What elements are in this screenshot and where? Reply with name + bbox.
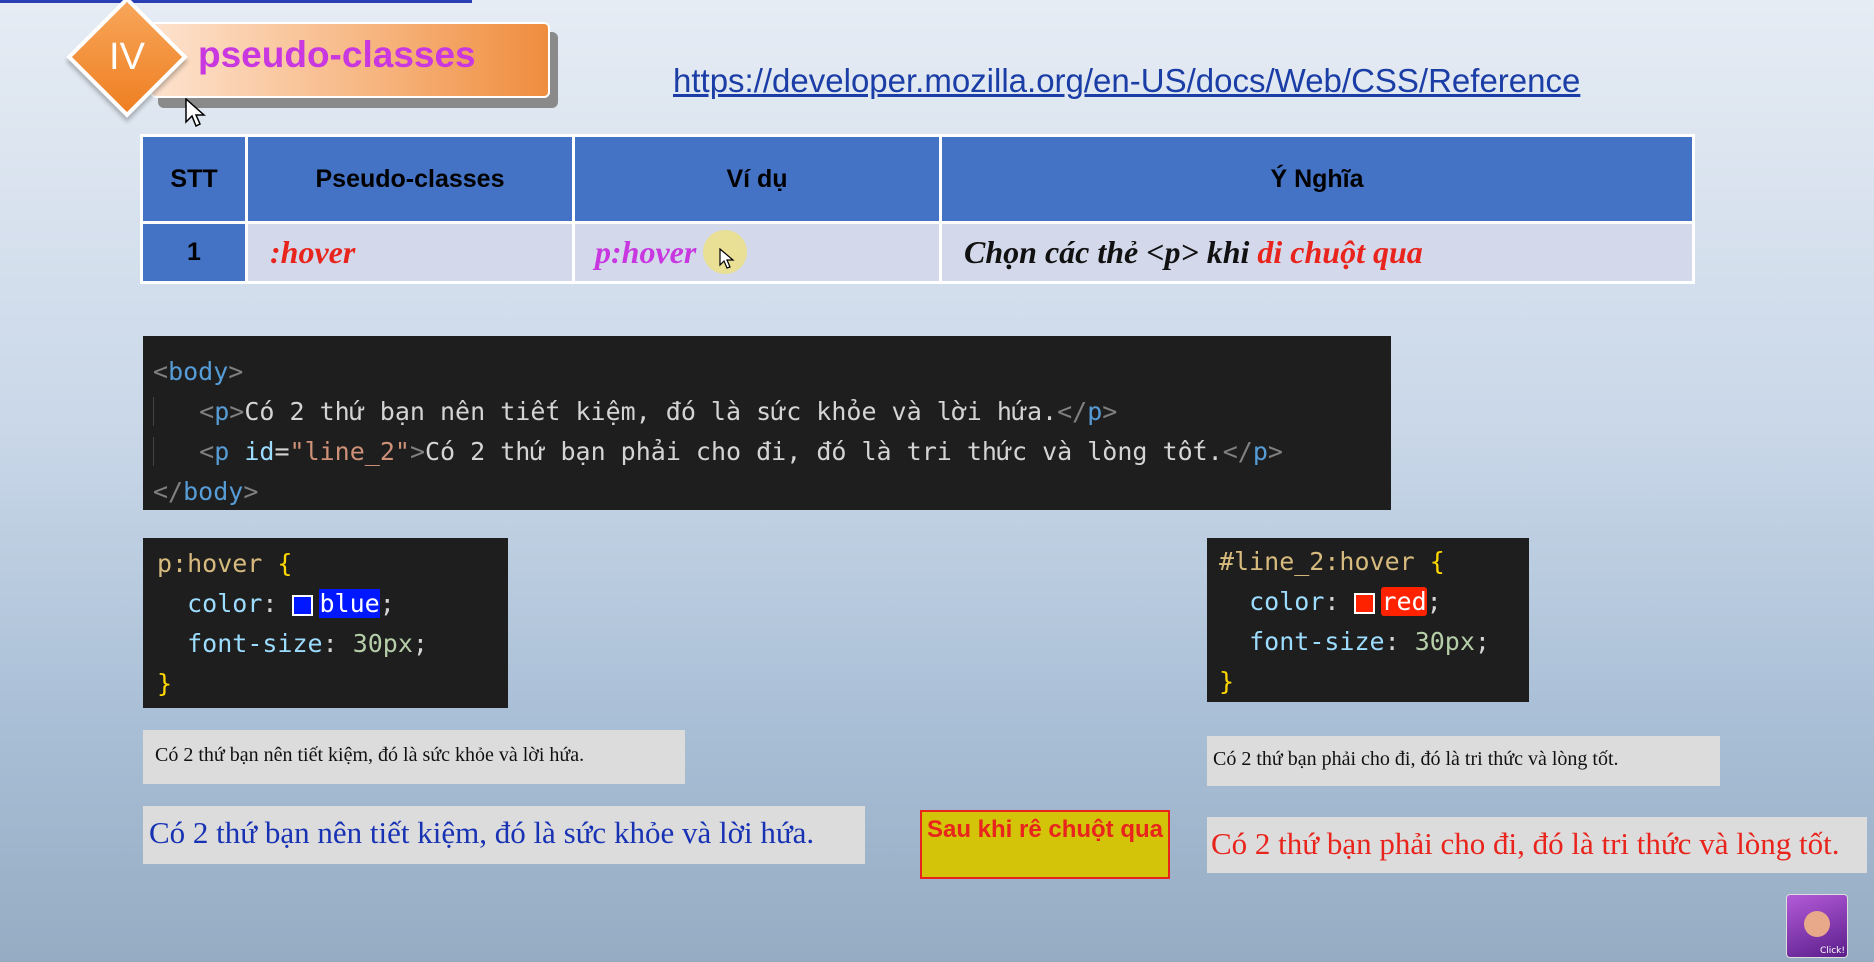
- css-right-prop-color: color: [1249, 587, 1325, 616]
- code-p-tag: p: [214, 397, 230, 426]
- preview-left-normal: Có 2 thứ bạn nên tiết kiệm, đó là sức kh…: [143, 730, 685, 784]
- preview-left-hover: Có 2 thứ bạn nên tiết kiệm, đó là sức kh…: [143, 806, 865, 864]
- header-pseudo-classes: Pseudo-classes: [245, 134, 575, 224]
- color-swatch-blue: [292, 594, 314, 616]
- table-header-row: STT Pseudo-classes Ví dụ Ý Nghĩa: [140, 134, 1695, 224]
- code-line-1-text: Có 2 thứ bạn nên tiết kiệm, đó là sức kh…: [244, 397, 1058, 426]
- css-left-selector: p:hover: [157, 549, 263, 578]
- mouse-cursor-icon: [719, 248, 735, 269]
- code-p-tag-close: p: [1087, 397, 1103, 426]
- css-code-block-right: #line_2:hover { color: red; font-size: 3…: [1207, 538, 1529, 702]
- code-id-value: "line_2": [289, 437, 410, 466]
- header-stt: STT: [140, 134, 248, 224]
- row-example: p:hover: [595, 234, 697, 270]
- header-example: Ví dụ: [572, 134, 942, 224]
- section-title: pseudo-classes: [198, 34, 476, 75]
- css-code-block-left: p:hover { color: blue; font-size: 30px; …: [143, 538, 508, 708]
- html-code-block: <body> <p>Có 2 thứ bạn nên tiết kiệm, đó…: [143, 336, 1391, 510]
- css-left-color-value: blue: [319, 589, 380, 618]
- avatar-click-label: Click!: [1819, 946, 1845, 956]
- code-p-tag-2-close: p: [1252, 437, 1268, 466]
- color-swatch-red: [1354, 592, 1376, 614]
- css-right-font-size-value: 30px: [1414, 627, 1475, 656]
- meaning-text: Chọn các thẻ <p> khi: [964, 234, 1258, 270]
- code-body-open: body: [168, 357, 229, 386]
- code-p-tag-2: p: [214, 437, 230, 466]
- row-example-cell: p:hover: [572, 221, 942, 284]
- preview-right-hover: Có 2 thứ bạn phải cho đi, đó là tri thức…: [1207, 817, 1867, 873]
- row-meaning: Chọn các thẻ <p> khi di chuột qua: [939, 221, 1695, 284]
- pseudo-classes-table: STT Pseudo-classes Ví dụ Ý Nghĩa 1 :hove…: [140, 134, 1695, 284]
- header-meaning: Ý Nghĩa: [939, 134, 1695, 224]
- mouse-cursor-icon: [185, 98, 206, 128]
- top-progress-line: [0, 0, 472, 3]
- css-right-color-value: red: [1381, 587, 1427, 616]
- table-row: 1 :hover p:hover Chọn các thẻ <p> khi di…: [140, 221, 1695, 284]
- css-left-prop-color: color: [187, 589, 263, 618]
- mdn-reference-link[interactable]: https://developer.mozilla.org/en-US/docs…: [673, 62, 1580, 100]
- css-left-prop-font-size: font-size: [187, 629, 323, 658]
- preview-right-normal: Có 2 thứ bạn phải cho đi, đó là tri thức…: [1207, 736, 1720, 786]
- code-id-attr: id: [244, 437, 275, 466]
- code-line-2-text: Có 2 thứ bạn phải cho đi, đó là tri thức…: [425, 437, 1223, 466]
- after-hover-label: Sau khi rê chuột qua: [920, 810, 1170, 879]
- avatar-face-icon: [1804, 911, 1830, 937]
- css-right-prop-font-size: font-size: [1249, 627, 1385, 656]
- meaning-highlight: di chuột qua: [1257, 234, 1423, 270]
- channel-avatar[interactable]: Click!: [1786, 894, 1848, 958]
- code-body-close: body: [183, 477, 244, 506]
- row-pseudo-class: :hover: [245, 221, 575, 284]
- css-left-font-size-value: 30px: [352, 629, 413, 658]
- section-number: IV: [109, 35, 145, 78]
- css-right-selector: #line_2:hover: [1219, 547, 1415, 576]
- row-stt: 1: [140, 221, 248, 284]
